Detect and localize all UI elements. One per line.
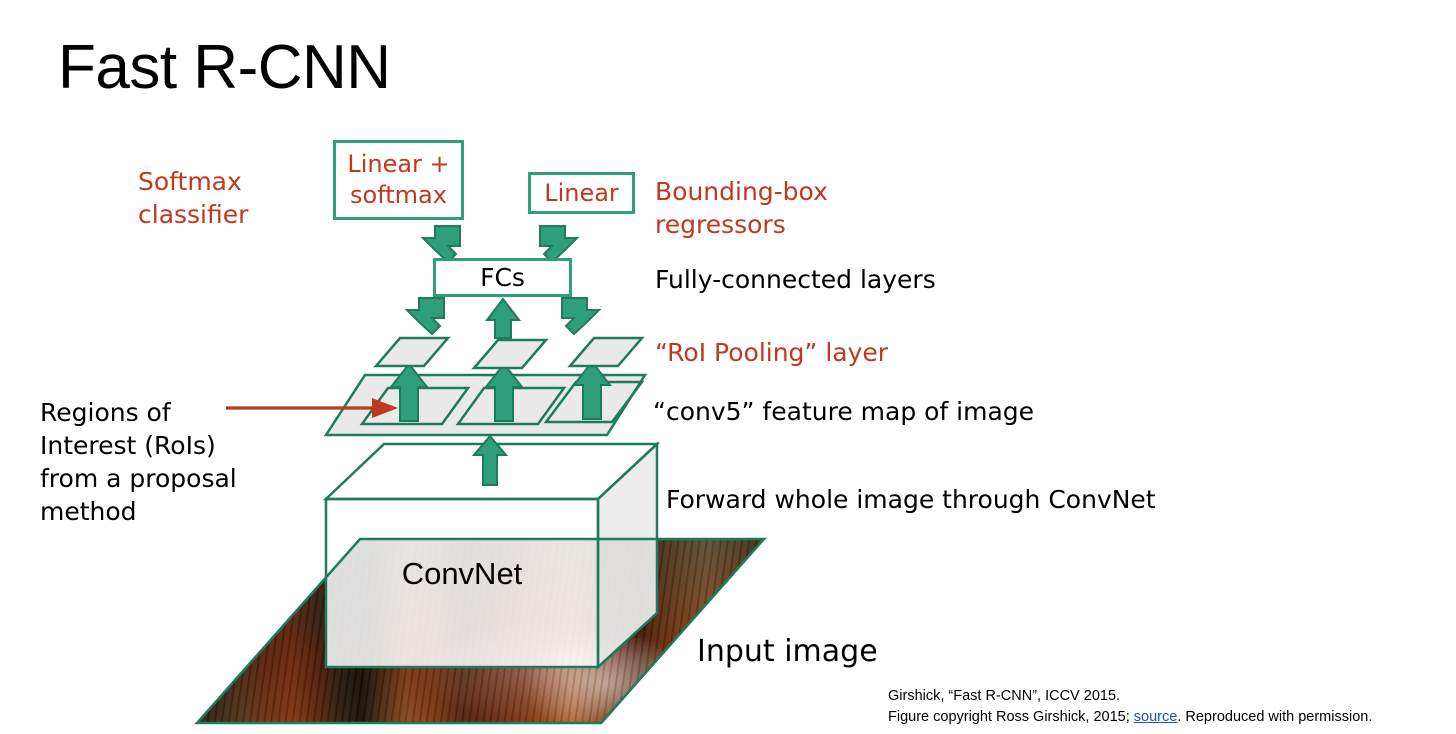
conv5-roi-2 — [455, 386, 567, 426]
label-softmax-classifier-line1: Softmax — [138, 167, 242, 196]
roi-pooled-map-2 — [471, 338, 549, 370]
convnet-box-label: ConvNet — [401, 556, 523, 591]
roi-pooled-map-1 — [373, 336, 451, 368]
label-softmax-classifier-line2: classifier — [138, 200, 249, 229]
citation-source-link[interactable]: source — [1134, 709, 1178, 725]
arrow-conv5-roi1-up — [388, 362, 430, 422]
box-fcs-label: FCs — [480, 263, 525, 292]
label-rois-line3: from a proposal — [40, 464, 237, 493]
label-regions-of-interest: Regions of Interest (RoIs) from a propos… — [40, 396, 340, 528]
label-conv5-feature-map: “conv5” feature map of image — [653, 397, 1035, 426]
arrow-roi2-to-fcs — [484, 297, 522, 339]
arrow-fcs-to-linear — [539, 225, 580, 264]
conv5-roi-3 — [543, 380, 645, 424]
label-input-image: Input image — [697, 634, 878, 669]
arrow-conv5-roi3-up — [571, 360, 613, 420]
label-rois-line4: method — [40, 497, 137, 526]
arrow-conv5-roi2-up — [483, 362, 525, 422]
arrow-roi3-to-fcs — [561, 297, 602, 336]
citation-line-2-suffix: . Reproduced with permission. — [1177, 708, 1373, 725]
roi-pooled-map-3 — [567, 336, 645, 368]
label-bbox-regressors-line2: regressors — [655, 210, 786, 239]
box-fcs[interactable]: FCs — [433, 258, 572, 297]
arrow-roi1-to-fcs — [404, 297, 445, 336]
citation-line-1: Girshick, “Fast R-CNN”, ICCV 2015. — [888, 688, 1121, 704]
box-linear-softmax[interactable]: Linear + softmax — [333, 140, 464, 220]
box-linear-softmax-line1: Linear + — [347, 149, 450, 178]
box-linear-label: Linear — [544, 179, 619, 207]
citation-block: Girshick, “Fast R-CNN”, ICCV 2015. Figur… — [888, 686, 1372, 727]
label-bounding-box-regressors: Bounding-box regressors — [655, 175, 915, 241]
conv5-feature-map — [323, 373, 648, 437]
box-linear-softmax-line2: softmax — [350, 181, 447, 209]
label-roi-pooling-layer: “RoI Pooling” layer — [655, 338, 889, 367]
label-softmax-classifier: Softmax classifier — [138, 165, 348, 231]
box-linear[interactable]: Linear — [528, 172, 635, 214]
citation-line-2: Figure copyright Ross Girshick, 2015; so… — [888, 707, 1372, 728]
conv5-roi-1 — [359, 386, 471, 426]
label-bbox-regressors-line1: Bounding-box — [655, 177, 828, 206]
label-rois-line1: Regions of — [40, 398, 171, 427]
page-title: Fast R-CNN — [58, 33, 391, 102]
arrow-fcs-to-linear-softmax — [420, 225, 461, 264]
slide-canvas: Fast R-CNN .gfill { fill:#e9e9e9; stroke… — [0, 0, 1456, 734]
label-rois-line2: Interest (RoIs) — [40, 431, 216, 460]
citation-line-2-prefix: Figure copyright Ross Girshick, 2015; — [888, 708, 1134, 725]
label-fully-connected-layers: Fully-connected layers — [655, 265, 936, 294]
label-forward-whole-image: Forward whole image through ConvNet — [666, 485, 1156, 514]
